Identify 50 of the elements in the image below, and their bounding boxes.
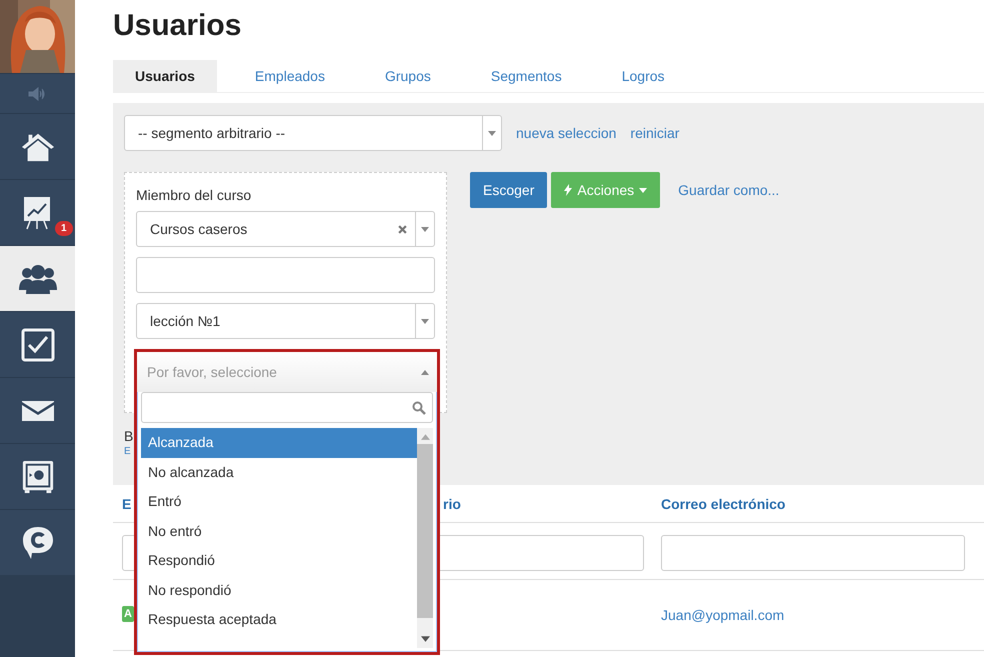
link[interactable]: reiniciar [630,125,680,141]
checkbox-icon [20,328,54,362]
segment-select[interactable]: -- segmento arbitrario -- [124,115,502,151]
speaker-icon [28,86,48,100]
filter-field[interactable] [661,535,965,571]
search-icon [412,400,426,414]
field-label: Miembro del curso [136,187,252,203]
sidebar-item[interactable] [0,245,75,311]
dropdown-option[interactable]: No alcanzada [141,458,417,487]
dropdown-option[interactable]: Respondió [141,546,417,576]
page-title: Usuarios [113,8,242,44]
course-select[interactable]: Cursos caseros [136,211,435,247]
choose-button[interactable]: Escoger [470,172,548,208]
status-badge: A [122,606,134,622]
caret-icon [421,370,429,374]
column-header[interactable]: Correo electrónico [661,496,786,512]
tab[interactable]: Grupos [362,60,453,92]
email-link[interactable]: Juan@yopmail.com [661,607,784,623]
dropdown-option[interactable]: No entró [141,516,417,546]
tab[interactable]: Segmentos [468,60,584,92]
tab[interactable]: Logros [600,60,687,92]
lesson-select[interactable]: lección №1 [136,303,435,339]
search-field[interactable] [141,392,433,423]
dropdown-option[interactable]: Respuesta aceptada [141,605,417,634]
dropdown-option[interactable]: Alcanzada [141,428,417,458]
panel-link[interactable]: E [124,446,131,457]
column-header[interactable]: E [122,496,132,512]
dropdown-header[interactable]: Por favor, seleccione [137,352,437,392]
caret-icon [488,130,496,136]
notification-badge: 1 [54,220,72,236]
dropdown-option[interactable]: No respondió [141,576,417,605]
caret-icon [421,318,429,324]
dropdown-option[interactable]: Entró [141,487,417,516]
column-header[interactable]: rio [443,496,461,512]
save-as-link[interactable]: Guardar como... [678,172,780,208]
lightning-icon [564,184,572,196]
tab[interactable]: Empleados [232,60,347,92]
tab[interactable]: Usuarios [113,60,217,92]
scroll-down-icon[interactable] [420,636,430,642]
clear-icon[interactable] [398,224,407,234]
link[interactable]: nueva seleccion [516,125,616,141]
panel-text: B [124,428,134,444]
scrollbar[interactable] [417,428,433,648]
chat-icon [20,526,54,560]
input-field[interactable] [136,257,435,293]
users-icon [18,264,58,294]
sidebar-item[interactable]: 1 [0,179,75,245]
caret-icon [639,188,648,192]
caret-icon [421,226,429,232]
safe-icon [20,460,54,494]
